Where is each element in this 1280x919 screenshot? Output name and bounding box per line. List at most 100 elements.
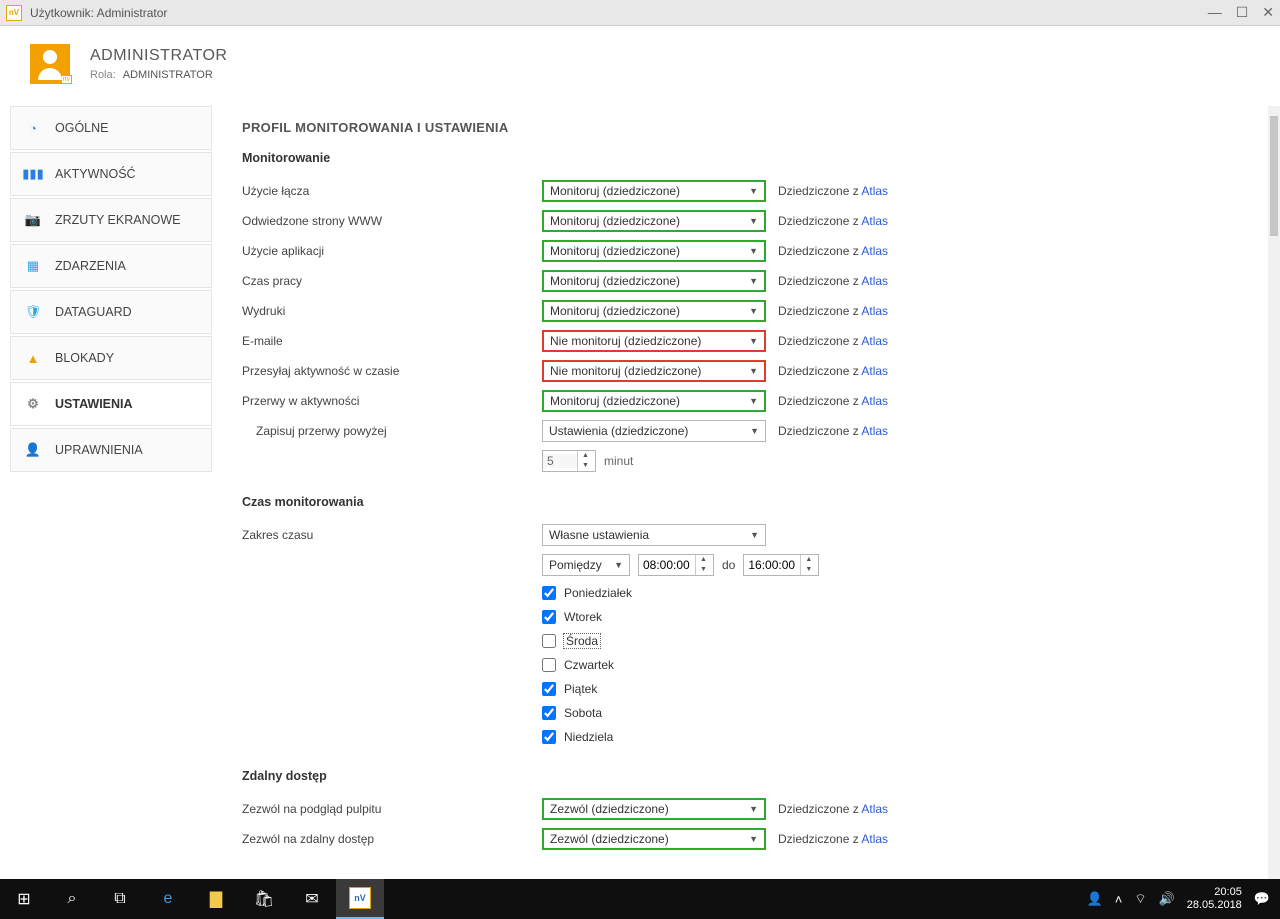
sidebar-item-zdarzenia[interactable]: ▦ZDARZENIA [10, 244, 212, 288]
select-between[interactable]: Pomiędzy▼ [542, 554, 630, 576]
inherit-link[interactable]: Atlas [861, 244, 888, 258]
field-label: Czas pracy [242, 274, 542, 288]
inherit-link[interactable]: Atlas [861, 304, 888, 318]
start-button[interactable]: ⊞ [0, 879, 48, 919]
day-label: Poniedziałek [564, 586, 632, 600]
minutes-spinner[interactable]: ▲▼ [542, 450, 596, 472]
day-checkbox-4[interactable] [542, 682, 556, 696]
sidebar-icon: 🛡 [25, 304, 41, 320]
task-view[interactable]: ⧉ [96, 879, 144, 919]
section-monitoring: Monitorowanie [242, 151, 1246, 165]
section-remote: Zdalny dostęp [242, 769, 1246, 783]
sidebar-icon: ⚙ [25, 396, 41, 412]
inherit-link[interactable]: Atlas [861, 832, 888, 846]
chevron-down-icon: ▼ [749, 246, 758, 256]
sidebar-item-label: UPRAWNIENIA [55, 443, 143, 457]
inherit-text: Dziedziczone z Atlas [778, 334, 888, 348]
tray-volume-icon[interactable]: 🔊 [1159, 891, 1175, 907]
tray-up-icon[interactable]: ˄ [1115, 892, 1123, 907]
day-checkbox-2[interactable] [542, 634, 556, 648]
day-checkbox-1[interactable] [542, 610, 556, 624]
sidebar-item-blokady[interactable]: ▲BLOKADY [10, 336, 212, 380]
header-name: ADMINISTRATOR [90, 47, 227, 65]
sidebar-item-ustawienia[interactable]: ⚙ USTAWIENIA [10, 382, 212, 426]
section-timing: Czas monitorowania [242, 495, 1246, 509]
inherit-link[interactable]: Atlas [861, 394, 888, 408]
inherit-link[interactable]: Atlas [861, 424, 888, 438]
day-checkbox-6[interactable] [542, 730, 556, 744]
sidebar-item-label: AKTYWNOŚĆ [55, 167, 136, 181]
taskbar-app[interactable]: nV [336, 879, 384, 919]
field-label: Zezwól na zdalny dostęp [242, 832, 542, 846]
select-0[interactable]: Monitoruj (dziedziczone)▼ [542, 180, 766, 202]
sidebar-icon: ▲ [25, 350, 41, 366]
select-3[interactable]: Monitoruj (dziedziczone)▼ [542, 270, 766, 292]
chevron-down-icon: ▼ [749, 306, 758, 316]
tray-notifications-icon[interactable]: 💬 [1254, 891, 1270, 907]
select-time-range[interactable]: Własne ustawienia▼ [542, 524, 766, 546]
inherit-link[interactable]: Atlas [861, 802, 888, 816]
select-5[interactable]: Nie monitoruj (dziedziczone)▼ [542, 330, 766, 352]
inherit-link[interactable]: Atlas [861, 274, 888, 288]
inherit-text: Dziedziczone z Atlas [778, 424, 888, 438]
select-1[interactable]: Monitoruj (dziedziczone)▼ [542, 210, 766, 232]
sidebar-item-dataguard[interactable]: 🛡DATAGUARD [10, 290, 212, 334]
chevron-down-icon: ▼ [750, 530, 759, 540]
taskbar-store[interactable]: 🛍 [240, 879, 288, 919]
tray-clock[interactable]: 20:05 28.05.2018 [1187, 886, 1242, 912]
sidebar-item-zrzuty ekranowe[interactable]: 📷ZRZUTY EKRANOWE [10, 198, 212, 242]
inherit-text: Dziedziczone z Atlas [778, 274, 888, 288]
window-titlebar: nV Użytkownik: Administrator — ☐ ✕ [0, 0, 1280, 26]
day-checkbox-0[interactable] [542, 586, 556, 600]
sidebar-item-label: OGÓLNE [55, 121, 109, 135]
field-label: Przerwy w aktywności [242, 394, 542, 408]
field-label: E-maile [242, 334, 542, 348]
taskbar-edge[interactable]: e [144, 879, 192, 919]
taskbar-search[interactable]: ⌕ [48, 879, 96, 919]
select-7[interactable]: Monitoruj (dziedziczone)▼ [542, 390, 766, 412]
inherit-text: Dziedziczone z Atlas [778, 832, 888, 846]
select-remote-1[interactable]: Zezwól (dziedziczone)▼ [542, 828, 766, 850]
day-checkbox-3[interactable] [542, 658, 556, 672]
inherit-link[interactable]: Atlas [861, 364, 888, 378]
time-from[interactable]: ▲▼ [638, 554, 714, 576]
page-header: nv ADMINISTRATOR Rola: ADMINISTRATOR [0, 26, 1280, 106]
sidebar-item-ogólne[interactable]: ◔OGÓLNE [10, 106, 212, 150]
minimize-button[interactable]: — [1208, 4, 1222, 21]
select-breaks-save[interactable]: Ustawienia (dziedziczone)▼ [542, 420, 766, 442]
field-label: Przesyłaj aktywność w czasie [242, 364, 542, 378]
select-6[interactable]: Nie monitoruj (dziedziczone)▼ [542, 360, 766, 382]
inherit-link[interactable]: Atlas [861, 184, 888, 198]
sidebar-item-label: USTAWIENIA [55, 397, 133, 411]
close-button[interactable]: ✕ [1262, 4, 1274, 21]
chevron-down-icon: ▼ [749, 396, 758, 406]
window-title: Użytkownik: Administrator [30, 6, 167, 20]
select-4[interactable]: Monitoruj (dziedziczone)▼ [542, 300, 766, 322]
time-to[interactable]: ▲▼ [743, 554, 819, 576]
spinner-down[interactable]: ▼ [578, 461, 593, 471]
day-checkbox-5[interactable] [542, 706, 556, 720]
day-label: Piątek [564, 682, 597, 696]
chevron-down-icon: ▼ [750, 426, 759, 436]
inherit-link[interactable]: Atlas [861, 334, 888, 348]
day-label: Sobota [564, 706, 602, 720]
tray-network-icon[interactable]: ⌔ [1134, 891, 1146, 907]
tray-people-icon[interactable]: 👤 [1087, 891, 1103, 907]
taskbar-mail[interactable]: ✉ [288, 879, 336, 919]
sidebar-item-uprawnienia[interactable]: 👤UPRAWNIENIA [10, 428, 212, 472]
vertical-scrollbar[interactable] [1268, 106, 1280, 879]
select-2[interactable]: Monitoruj (dziedziczone)▼ [542, 240, 766, 262]
chevron-down-icon: ▼ [749, 186, 758, 196]
to-label: do [722, 558, 735, 572]
inherit-text: Dziedziczone z Atlas [778, 394, 888, 408]
sidebar-item-aktywność[interactable]: ▮▮▮AKTYWNOŚĆ [10, 152, 212, 196]
inherit-link[interactable]: Atlas [861, 214, 888, 228]
inherit-text: Dziedziczone z Atlas [778, 214, 888, 228]
day-label: Czwartek [564, 658, 614, 672]
day-label: Niedziela [564, 730, 613, 744]
avatar: nv [30, 44, 70, 84]
select-remote-0[interactable]: Zezwól (dziedziczone)▼ [542, 798, 766, 820]
maximize-button[interactable]: ☐ [1236, 4, 1249, 21]
taskbar-explorer[interactable]: ▇ [192, 879, 240, 919]
spinner-up[interactable]: ▲ [578, 451, 593, 461]
